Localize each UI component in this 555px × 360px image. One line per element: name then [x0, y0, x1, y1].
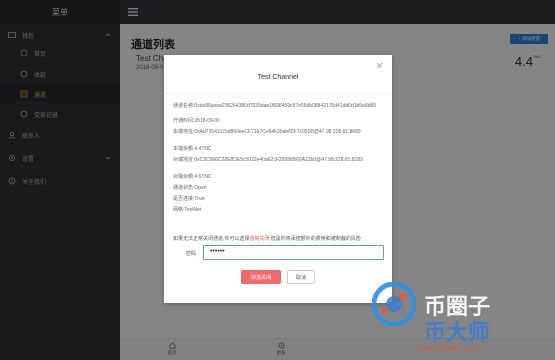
info-row-peer-address: 对端地址:0xC3C966C28E8DE5c5022e40a62cF29586B…	[173, 157, 385, 163]
watermark-text: 币大师	[424, 321, 491, 346]
info-key: 通道状态:	[173, 185, 195, 191]
watermark-logo-icon	[372, 282, 416, 326]
info-value: 0xde86aeea236264380d7939dae1f608459c97e5…	[194, 103, 376, 109]
password-input[interactable]: ••••••	[203, 245, 384, 260]
info-row-channel-status: 通道状态:Open	[173, 185, 385, 191]
info-value: Open	[194, 185, 207, 191]
info-value: 2018-09-00	[194, 118, 220, 124]
info-value: 0xC3C966C28E8DE5c5022e40a62cF29586B60A22…	[194, 157, 363, 163]
info-value: 0xAd735431c5d860eeCF71b7Ce84b39ab65F7c05…	[194, 129, 361, 135]
force-close-link[interactable]: 强制关闭	[249, 236, 269, 242]
info-key: 是否连接:	[173, 196, 195, 202]
info-value: True	[194, 196, 205, 202]
password-label: 密码	[186, 251, 197, 257]
info-row-local-balance: 本端余额:4.4TNC	[173, 146, 385, 152]
info-key: 通道名称:	[173, 103, 195, 109]
info-value: TestNet	[184, 207, 202, 213]
close-icon[interactable]	[376, 62, 383, 69]
channel-detail-modal: Test Channel 通道名称:0xde86aeea236264380d79…	[164, 55, 392, 303]
divider	[164, 93, 392, 94]
info-key: 本端余额:	[173, 146, 195, 152]
force-close-warning: 如果无法正常关闭通道,你可以选择强制关闭,但是你将承担额外的费用和被制裁的风险	[173, 235, 385, 242]
watermark-url: www.120btc.com	[418, 345, 479, 353]
info-row-connected: 是否连接:True	[173, 196, 385, 202]
cancel-button[interactable]: 取消	[287, 270, 315, 284]
info-value: 4.6TNC	[194, 174, 212, 180]
info-key: 本端地址:	[173, 129, 195, 135]
warning-text: ,但是你将承担额外的费用和被制裁的风险	[269, 236, 361, 242]
info-key: 网络:	[173, 207, 185, 213]
info-row-local-address: 本端地址:0xAd735431c5d860eeCF71b7Ce84b39ab65…	[173, 129, 385, 135]
warning-text: 如果无法正常关闭通道,你可以选择	[173, 236, 250, 242]
info-row-network: 网络:TestNet	[173, 207, 385, 213]
quick-close-button[interactable]: 快速关闭	[241, 270, 281, 284]
info-row-channel-name: 通道名称:0xde86aeea236264380d7939dae1f608459…	[173, 103, 385, 109]
info-row-peer-balance: 对端余额:4.6TNC	[173, 174, 385, 180]
info-row-open-time: 开通时间:2018-09-00	[173, 118, 385, 124]
info-key: 对端余额:	[173, 174, 195, 180]
info-key: 对端地址:	[173, 157, 195, 163]
info-value: 4.4TNC	[194, 146, 212, 152]
modal-title: Test Channel	[257, 74, 299, 81]
info-key: 开通时间:	[173, 118, 195, 124]
